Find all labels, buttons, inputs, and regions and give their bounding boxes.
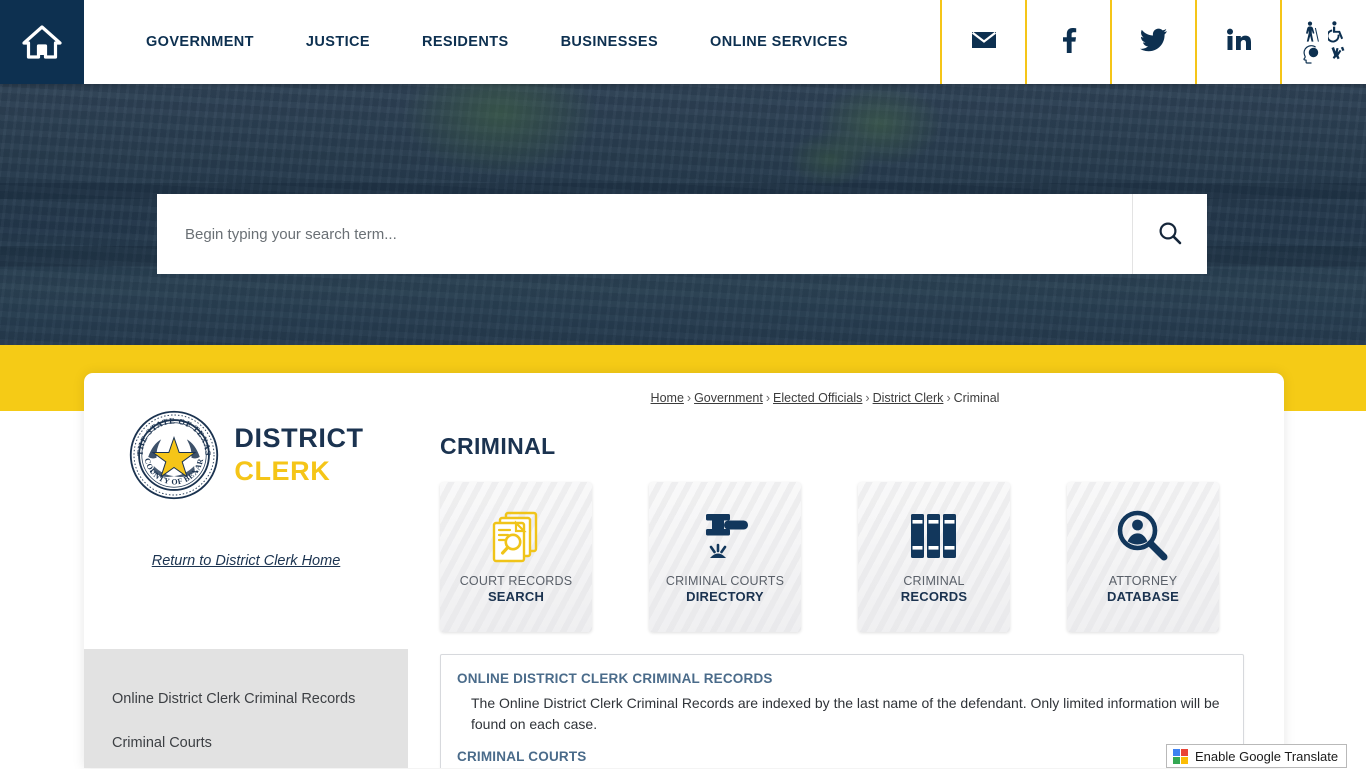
search-icon — [1157, 220, 1183, 249]
nav-item-government[interactable]: GOVERNMENT — [120, 0, 280, 84]
tile-label-line2: DIRECTORY — [686, 589, 764, 605]
social-links — [940, 0, 1366, 84]
tile-label: CRIMINAL COURTS DIRECTORY — [666, 573, 784, 606]
tile-label: CRIMINAL RECORDS — [901, 573, 967, 606]
tile-criminal-records[interactable]: CRIMINAL RECORDS — [858, 482, 1010, 632]
info-panel-heading: ONLINE DISTRICT CLERK CRIMINAL RECORDS — [457, 671, 773, 686]
cognitive-head-icon[interactable] — [1301, 44, 1321, 64]
logo-line-district: DISTRICT — [234, 423, 364, 453]
facebook-link[interactable] — [1025, 0, 1110, 84]
hero-banner — [0, 84, 1366, 345]
tile-label-line2: SEARCH — [487, 589, 545, 605]
sign-language-icon[interactable] — [1327, 44, 1347, 64]
tile-label-line1: CRIMINAL COURTS — [665, 573, 785, 588]
breadcrumb-separator: › — [865, 391, 870, 405]
sidebar-item-criminal-courts[interactable]: Criminal Courts — [84, 721, 408, 765]
quick-link-tiles: COURT RECORDS SEARCH CRIMINAL COURTS DIR… — [440, 482, 1250, 632]
texas-seal-icon: THE STATE OF TEXAS COUNTY OF BEXAR — [128, 409, 220, 501]
tile-label: COURT RECORDS SEARCH — [460, 573, 573, 606]
logo-wordmark: DISTRICT CLERK — [234, 425, 363, 485]
wheelchair-icon[interactable] — [1327, 20, 1347, 43]
nav-item-justice[interactable]: JUSTICE — [280, 0, 396, 84]
google-translate-label: Enable Google Translate — [1195, 748, 1339, 764]
person-search-icon — [1113, 506, 1173, 568]
tile-label-line1: CRIMINAL — [903, 573, 965, 588]
google-translate-button[interactable]: Enable Google Translate — [1166, 744, 1348, 768]
home-button[interactable] — [0, 0, 84, 84]
sidebar-item-online-criminal-records[interactable]: Online District Clerk Criminal Records — [84, 677, 408, 721]
breadcrumb-item-elected-officials[interactable]: Elected Officials — [773, 391, 862, 405]
tile-attorney-database[interactable]: ATTORNEY DATABASE — [1067, 482, 1219, 632]
site-header: GOVERNMENT JUSTICE RESIDENTS BUSINESSES … — [0, 0, 1366, 84]
breadcrumb-item-government[interactable]: Government — [694, 391, 763, 405]
nav-item-residents[interactable]: RESIDENTS — [396, 0, 535, 84]
sidebar: THE STATE OF TEXAS COUNTY OF BEXAR DISTR… — [84, 373, 408, 768]
twitter-link[interactable] — [1110, 0, 1195, 84]
info-panel-paragraph: The Online District Clerk Criminal Recor… — [471, 695, 1220, 733]
site-search — [157, 194, 1207, 274]
tile-court-records-search[interactable]: COURT RECORDS SEARCH — [440, 482, 592, 632]
email-link[interactable] — [940, 0, 1025, 84]
tile-label-line2: DATABASE — [1107, 589, 1179, 605]
breadcrumb-separator: › — [946, 391, 951, 405]
binders-icon — [908, 506, 960, 568]
tile-criminal-courts-directory[interactable]: CRIMINAL COURTS DIRECTORY — [649, 482, 801, 632]
facebook-icon — [1061, 26, 1077, 59]
gavel-icon — [694, 506, 756, 568]
email-icon — [971, 30, 997, 55]
breadcrumb-item-district-clerk[interactable]: District Clerk — [873, 391, 944, 405]
nav-item-online-services[interactable]: ONLINE SERVICES — [684, 0, 874, 84]
breadcrumb-item-current: Criminal — [953, 391, 1000, 405]
blind-person-icon[interactable] — [1301, 21, 1321, 43]
linkedin-icon — [1226, 28, 1252, 57]
info-panel-heading-2: CRIMINAL COURTS — [457, 748, 587, 764]
info-panel: ONLINE DISTRICT CLERK CRIMINAL RECORDS T… — [440, 654, 1244, 768]
twitter-icon — [1139, 28, 1168, 57]
accessibility-tools[interactable] — [1280, 0, 1366, 84]
google-translate-icon — [1173, 748, 1188, 764]
tile-label: ATTORNEY DATABASE — [1107, 573, 1179, 606]
linkedin-link[interactable] — [1195, 0, 1280, 84]
sidebar-menu: Online District Clerk Criminal Records C… — [84, 649, 408, 768]
return-to-district-clerk-home-link[interactable]: Return to District Clerk Home — [84, 553, 408, 569]
tile-label-line2: RECORDS — [900, 589, 968, 605]
main-navigation: GOVERNMENT JUSTICE RESIDENTS BUSINESSES … — [84, 0, 940, 84]
breadcrumb-separator: › — [686, 391, 692, 405]
home-icon — [22, 24, 62, 60]
district-clerk-logo: THE STATE OF TEXAS COUNTY OF BEXAR DISTR… — [84, 373, 408, 501]
breadcrumb-item-home[interactable]: Home — [651, 391, 684, 405]
logo-line-clerk: CLERK — [234, 456, 331, 486]
breadcrumb: Home › Government › Elected Officials › Distri… — [440, 391, 1250, 405]
breadcrumb-separator: › — [765, 391, 771, 405]
page-title: CRIMINAL — [440, 433, 556, 459]
search-button[interactable] — [1132, 194, 1207, 274]
tile-label-line1: ATTORNEY — [1108, 573, 1178, 588]
tile-label-line1: COURT RECORDS — [459, 573, 573, 588]
main-content: Home › Government › Elected Officials › Distri… — [408, 373, 1284, 768]
nav-item-businesses[interactable]: BUSINESSES — [535, 0, 684, 84]
page-content-card: THE STATE OF TEXAS COUNTY OF BEXAR DISTR… — [84, 373, 1284, 768]
search-input[interactable] — [157, 194, 1132, 274]
document-search-icon — [486, 506, 546, 568]
